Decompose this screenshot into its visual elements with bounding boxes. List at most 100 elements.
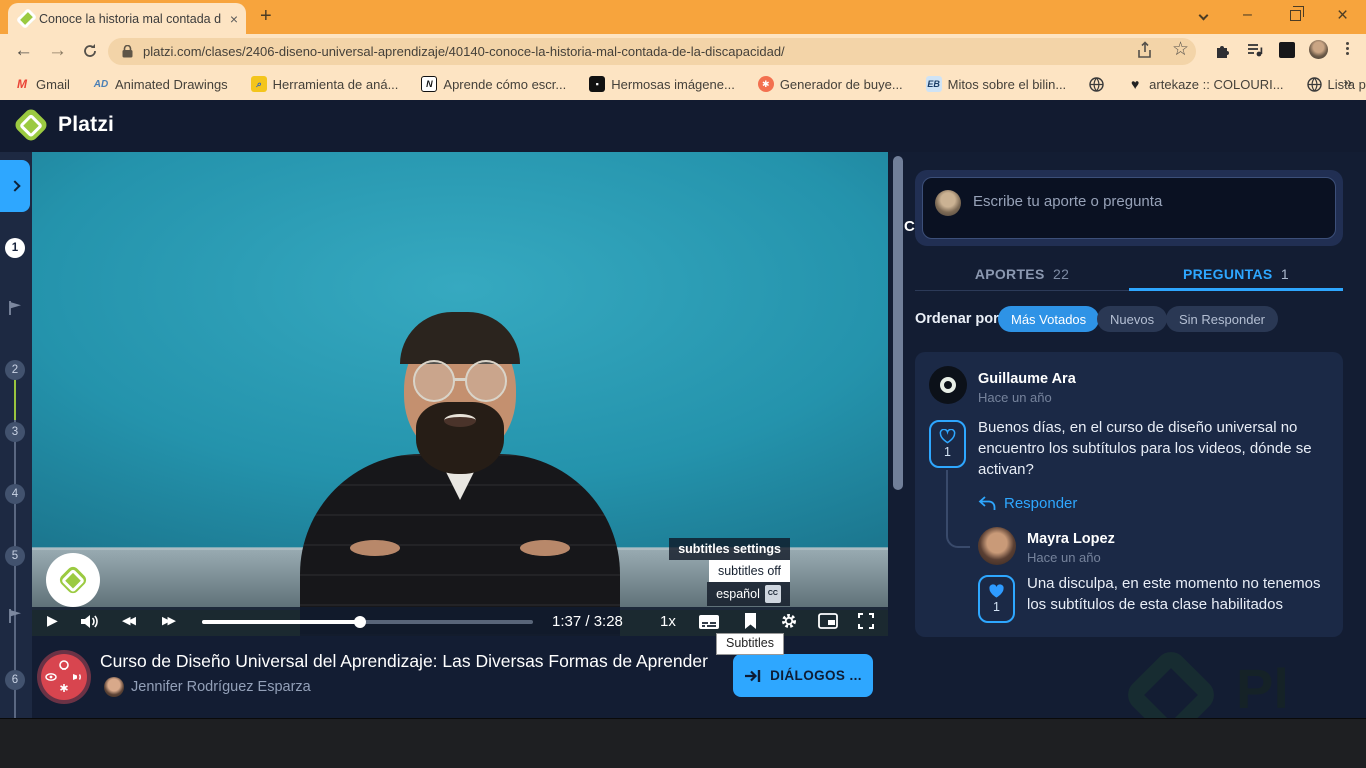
media-playlist-icon[interactable] [1246, 41, 1264, 59]
bookmark-item[interactable]: N Aprende cómo escr... [421, 76, 566, 92]
teacher-avatar [104, 677, 124, 697]
bookmark-star-icon[interactable]: ☆ [1172, 38, 1189, 61]
question-author-avatar[interactable] [929, 366, 967, 404]
dialogs-button[interactable]: DIÁLOGOS ... [733, 654, 873, 697]
lesson-step-1[interactable]: 1 [5, 238, 25, 258]
address-bar[interactable]: platzi.com/clases/2406-diseno-universal-… [108, 38, 1196, 65]
heart-outline-icon [939, 429, 956, 444]
url-text: platzi.com/clases/2406-diseno-universal-… [143, 44, 785, 59]
platzi-page-watermark: Pl [1118, 648, 1358, 718]
presenter-mouth [444, 414, 476, 427]
sort-sin-responder[interactable]: Sin Responder [1166, 306, 1278, 332]
time-display: 1:37 / 3:28 [552, 613, 623, 630]
course-badge[interactable] [36, 649, 92, 705]
bookmark-item[interactable]: ⌕ Herramienta de aná... [250, 76, 398, 92]
lesson-step-4[interactable]: 4 [5, 484, 25, 504]
presenter-glasses-bridge [453, 378, 467, 381]
playback-speed[interactable]: 1x [660, 613, 676, 630]
tab-aportes[interactable]: APORTES 22 [915, 266, 1129, 282]
fullscreen-icon[interactable] [858, 613, 874, 629]
platzi-favicon [17, 9, 36, 28]
extensions-puzzle-icon[interactable] [1214, 41, 1232, 59]
subtitles-off-item[interactable]: subtitles off [708, 560, 790, 582]
bookmark-item[interactable] [1089, 76, 1104, 92]
subtitles-tooltip: Subtitles [716, 633, 784, 655]
presenter-glasses-left [413, 360, 455, 402]
flag-icon[interactable] [8, 608, 23, 624]
reply-button[interactable]: Responder [978, 495, 1077, 512]
thread-connector [946, 470, 970, 548]
presenter-hand-right [520, 540, 570, 556]
reply-author-name[interactable]: Mayra Lopez [1027, 531, 1115, 547]
settings-gear-icon[interactable] [780, 612, 798, 630]
presenter-hand-left [350, 540, 400, 556]
minimize-icon[interactable]: – [1243, 6, 1252, 24]
comment-input[interactable] [973, 193, 1323, 210]
reply-author-avatar[interactable] [978, 527, 1016, 565]
sort-mas-votados[interactable]: Más Votados [998, 306, 1100, 332]
bookmark-item[interactable]: ▪ Hermosas imágene... [589, 76, 735, 92]
lesson-step-6[interactable]: 6 [5, 670, 25, 690]
bookmark-item[interactable]: M Gmail [14, 76, 70, 92]
flag-icon[interactable] [8, 300, 23, 316]
tab-close-icon[interactable]: × [230, 11, 238, 27]
subtitles-spanish-item[interactable]: español CC [707, 582, 790, 606]
bookmark-save-icon[interactable] [744, 612, 757, 630]
progress-track[interactable] [202, 616, 533, 628]
forward-icon[interactable]: → [48, 41, 67, 60]
lesson-step-3[interactable]: 3 [5, 422, 25, 442]
question-author-name[interactable]: Guillaume Ara [978, 371, 1076, 387]
video-player[interactable]: subtitles settings subtitles off español… [32, 152, 888, 636]
question-card: Guillaume Ara Hace un año 1 Buenos días,… [915, 352, 1343, 637]
sort-nuevos[interactable]: Nuevos [1097, 306, 1168, 332]
bookmark-item[interactable]: AD Animated Drawings [93, 76, 228, 92]
reply-like-button[interactable]: 1 [978, 575, 1015, 623]
new-tab-button[interactable]: + [260, 5, 272, 28]
tabs-chevron-icon[interactable] [1198, 10, 1209, 21]
dark-reader-icon[interactable] [1279, 42, 1295, 58]
heart-icon: ♥ [1131, 76, 1140, 92]
browser-menu-icon[interactable] [1346, 42, 1349, 55]
expand-panel-button[interactable] [0, 160, 30, 212]
platzi-logo[interactable]: Platzi [12, 106, 114, 144]
bookmark-item[interactable]: EB Mitos sobre el bilin... [925, 76, 1066, 92]
question-text: Buenos días, en el curso de diseño unive… [978, 419, 1312, 478]
restore-icon[interactable] [1290, 6, 1304, 21]
share-icon[interactable] [1136, 41, 1155, 60]
lesson-step-5[interactable]: 5 [5, 546, 25, 566]
forward-skip-icon[interactable]: ▶▶ [162, 614, 176, 627]
tab-preguntas[interactable]: PREGUNTAS 1 [1129, 266, 1343, 282]
bookmark-item[interactable]: ✱ Generador de buye... [757, 76, 903, 92]
platzi-watermark-bubble [46, 553, 100, 607]
profile-avatar[interactable] [1309, 40, 1328, 59]
question-like-button[interactable]: 1 [929, 420, 966, 468]
subtitles-settings-item[interactable]: subtitles settings [669, 538, 790, 560]
composer-avatar [935, 190, 961, 216]
lesson-step-2[interactable]: 2 [5, 360, 25, 380]
window-close-icon[interactable]: × [1337, 5, 1348, 27]
bookmark-item[interactable]: Lista para reserva la... [1306, 77, 1366, 92]
volume-icon[interactable] [80, 613, 99, 630]
video-controls-bar: ▶ ◀◀ ▶▶ 1:37 / 3:28 1x [32, 607, 888, 636]
rewind-icon[interactable]: ◀◀ [122, 614, 136, 627]
bookmarks-bar: M Gmail AD Animated Drawings ⌕ Herramienta … [0, 68, 1366, 100]
pip-icon[interactable] [818, 613, 838, 629]
gmail-icon: M [17, 77, 27, 91]
screen: Conoce la historia mal contada d × + – ×… [0, 0, 1366, 768]
question-time: Hace un año [978, 390, 1052, 405]
reload-icon[interactable] [82, 43, 98, 59]
bookmarks-overflow-icon[interactable]: » [1344, 74, 1352, 91]
comment-input-box[interactable] [922, 177, 1336, 239]
play-icon[interactable]: ▶ [47, 612, 58, 629]
back-icon[interactable]: ← [14, 41, 33, 60]
bookmark-item[interactable]: ♥ artekaze :: COLOURI... [1127, 76, 1284, 92]
progress-handle[interactable] [354, 616, 366, 628]
sort-label: Ordenar por: [915, 311, 1004, 327]
subtitles-icon[interactable] [698, 614, 720, 630]
scrollbar-thumb[interactable] [893, 156, 903, 490]
browser-tab[interactable]: Conoce la historia mal contada d × [8, 3, 246, 34]
site-icon: ▪ [589, 76, 606, 92]
ad-icon: AD [93, 78, 109, 90]
teacher-name[interactable]: Jennifer Rodríguez Esparza [131, 679, 311, 695]
presenter-glasses-right [465, 360, 507, 402]
